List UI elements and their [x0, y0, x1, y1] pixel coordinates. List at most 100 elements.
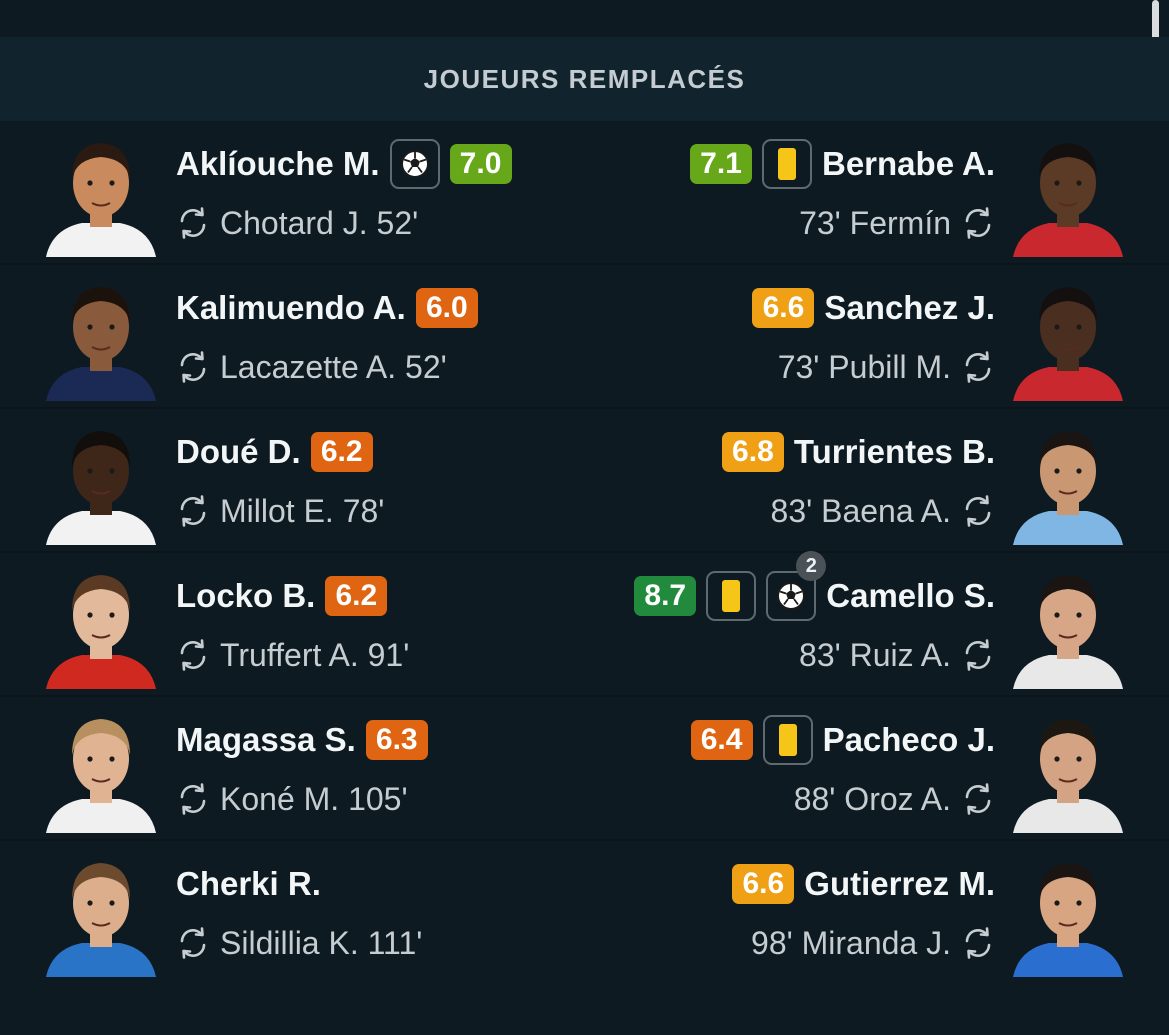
player-name-line: Cherki R. — [176, 861, 321, 907]
rating-badge: 6.3 — [365, 720, 428, 760]
player-avatar[interactable] — [1009, 129, 1127, 257]
home-player[interactable]: Doué D. 6.2 Millot E. 78' — [0, 409, 584, 553]
away-player[interactable]: 6.8 Turrientes B. 83' Baena A. — [585, 409, 1169, 553]
player-name-line: Kalimuendo A. 6.0 — [176, 285, 478, 331]
away-player[interactable]: 6.6 Gutierrez M. 98' Miranda J. — [585, 841, 1169, 985]
substitution-row: Kalimuendo A. 6.0 Lacazette A. 52' 6.6 Sanch… — [0, 265, 1169, 409]
player-avatar[interactable] — [1009, 849, 1127, 977]
player-photo[interactable] — [1009, 129, 1127, 257]
player-name[interactable]: Turrientes B. — [794, 433, 995, 471]
player-photo[interactable] — [1009, 273, 1127, 401]
substitution-icon — [965, 351, 991, 383]
substituted-by-line: 83' Baena A. — [771, 491, 995, 531]
substitute-text[interactable]: 83' Baena A. — [771, 493, 951, 530]
home-player[interactable]: Locko B. 6.2 Truffert A. 91' — [0, 553, 584, 697]
player-name-line: 8.7 2 Camello S. — [634, 551, 995, 621]
player-photo[interactable] — [42, 273, 160, 401]
player-name[interactable]: Pacheco J. — [823, 721, 995, 759]
player-avatar[interactable] — [1009, 273, 1127, 401]
player-photo[interactable] — [42, 129, 160, 257]
substitution-icon — [965, 927, 991, 959]
player-photo[interactable] — [1009, 849, 1127, 977]
substituted-by-line: Chotard J. 52' — [176, 203, 418, 243]
substituted-by-line: Millot E. 78' — [176, 491, 384, 531]
player-avatar[interactable] — [42, 273, 160, 401]
player-photo[interactable] — [42, 705, 160, 833]
player-avatar[interactable] — [42, 417, 160, 545]
player-avatar[interactable] — [1009, 417, 1127, 545]
player-avatar[interactable] — [42, 849, 160, 977]
yellow-card-icon — [706, 571, 757, 621]
substitutions-list: Aklíouche M. 7.0 Chotard J. 52' 7.1 Bernabe … — [0, 121, 1169, 985]
substitute-text[interactable]: 98' Miranda J. — [751, 925, 951, 962]
player-name[interactable]: Magassa S. — [176, 721, 356, 759]
substitute-text[interactable]: Chotard J. 52' — [220, 205, 418, 242]
player-name-line: Doué D. 6.2 — [176, 429, 373, 475]
substitute-text[interactable]: 73' Fermín — [799, 205, 951, 242]
substituted-by-line: 98' Miranda J. — [751, 923, 995, 963]
player-photo[interactable] — [1009, 561, 1127, 689]
player-photo[interactable] — [42, 849, 160, 977]
player-name[interactable]: Sanchez J. — [824, 289, 995, 327]
home-player[interactable]: Cherki R. Sildillia K. 111' — [0, 841, 584, 985]
substitution-row: Doué D. 6.2 Millot E. 78' 6.8 Turrientes B. 8… — [0, 409, 1169, 553]
rating-badge: 7.0 — [449, 144, 512, 184]
player-name[interactable]: Kalimuendo A. — [176, 289, 406, 327]
player-name[interactable]: Aklíouche M. — [176, 145, 380, 183]
player-photo[interactable] — [1009, 705, 1127, 833]
goal-icon: 2 — [766, 551, 827, 621]
player-avatar[interactable] — [1009, 561, 1127, 689]
substitution-icon — [965, 207, 991, 239]
away-player[interactable]: 7.1 Bernabe A. 73' Fermín — [585, 121, 1169, 265]
home-player[interactable]: Aklíouche M. 7.0 Chotard J. 52' — [0, 121, 584, 265]
player-name-line: 6.4 Pacheco J. — [690, 715, 995, 765]
substituted-by-line: 88' Oroz A. — [794, 779, 995, 819]
substitute-text[interactable]: Lacazette A. 52' — [220, 349, 447, 386]
player-photo[interactable] — [42, 561, 160, 689]
substitute-text[interactable]: Sildillia K. 111' — [220, 925, 422, 962]
player-name[interactable]: Locko B. — [176, 577, 315, 615]
substituted-by-line: Koné M. 105' — [176, 779, 408, 819]
substitution-icon — [180, 351, 206, 383]
away-player[interactable]: 8.7 2 Camello S. 83' Ruiz A. — [585, 551, 1169, 697]
player-name-line: Locko B. 6.2 — [176, 573, 388, 619]
player-avatar[interactable] — [42, 129, 160, 257]
player-name[interactable]: Camello S. — [826, 577, 995, 615]
substituted-by-line: 83' Ruiz A. — [799, 635, 995, 675]
player-name-line: 6.6 Sanchez J. — [752, 285, 995, 331]
player-photo[interactable] — [42, 417, 160, 545]
away-player[interactable]: 6.6 Sanchez J. 73' Pubill M. — [585, 265, 1169, 409]
substitute-text[interactable]: Millot E. 78' — [220, 493, 384, 530]
player-name[interactable]: Gutierrez M. — [804, 865, 995, 903]
substituted-by-line: Truffert A. 91' — [176, 635, 409, 675]
goal-icon — [389, 139, 440, 189]
substitute-text[interactable]: 73' Pubill M. — [778, 349, 951, 386]
substitution-icon — [180, 927, 206, 959]
substitution-row: Cherki R. Sildillia K. 111' 6.6 Gutierrez M… — [0, 841, 1169, 985]
substituted-by-line: Lacazette A. 52' — [176, 347, 447, 387]
substitution-icon — [965, 639, 991, 671]
substitute-text[interactable]: 88' Oroz A. — [794, 781, 951, 818]
player-avatar[interactable] — [42, 705, 160, 833]
rating-badge: 8.7 — [634, 576, 697, 616]
yellow-card — [722, 580, 741, 612]
player-name[interactable]: Doué D. — [176, 433, 301, 471]
player-name[interactable]: Bernabe A. — [822, 145, 995, 183]
player-name[interactable]: Cherki R. — [176, 865, 321, 903]
substitute-text[interactable]: Koné M. 105' — [220, 781, 408, 818]
player-avatar[interactable] — [1009, 705, 1127, 833]
substitution-row: Aklíouche M. 7.0 Chotard J. 52' 7.1 Bernabe … — [0, 121, 1169, 265]
home-player[interactable]: Kalimuendo A. 6.0 Lacazette A. 52' — [0, 265, 584, 409]
player-name-line: 6.6 Gutierrez M. — [732, 861, 995, 907]
substitution-row: Magassa S. 6.3 Koné M. 105' 6.4 Pacheco J. 88… — [0, 697, 1169, 841]
player-name-line: Aklíouche M. 7.0 — [176, 139, 512, 189]
away-player[interactable]: 6.4 Pacheco J. 88' Oroz A. — [585, 697, 1169, 841]
substitution-icon — [180, 783, 206, 815]
player-name-line: 7.1 Bernabe A. — [690, 139, 995, 189]
player-photo[interactable] — [1009, 417, 1127, 545]
home-player[interactable]: Magassa S. 6.3 Koné M. 105' — [0, 697, 584, 841]
player-avatar[interactable] — [42, 561, 160, 689]
section-header: JOUEURS REMPLACÉS — [0, 37, 1169, 121]
substitute-text[interactable]: 83' Ruiz A. — [799, 637, 951, 674]
substitute-text[interactable]: Truffert A. 91' — [220, 637, 409, 674]
